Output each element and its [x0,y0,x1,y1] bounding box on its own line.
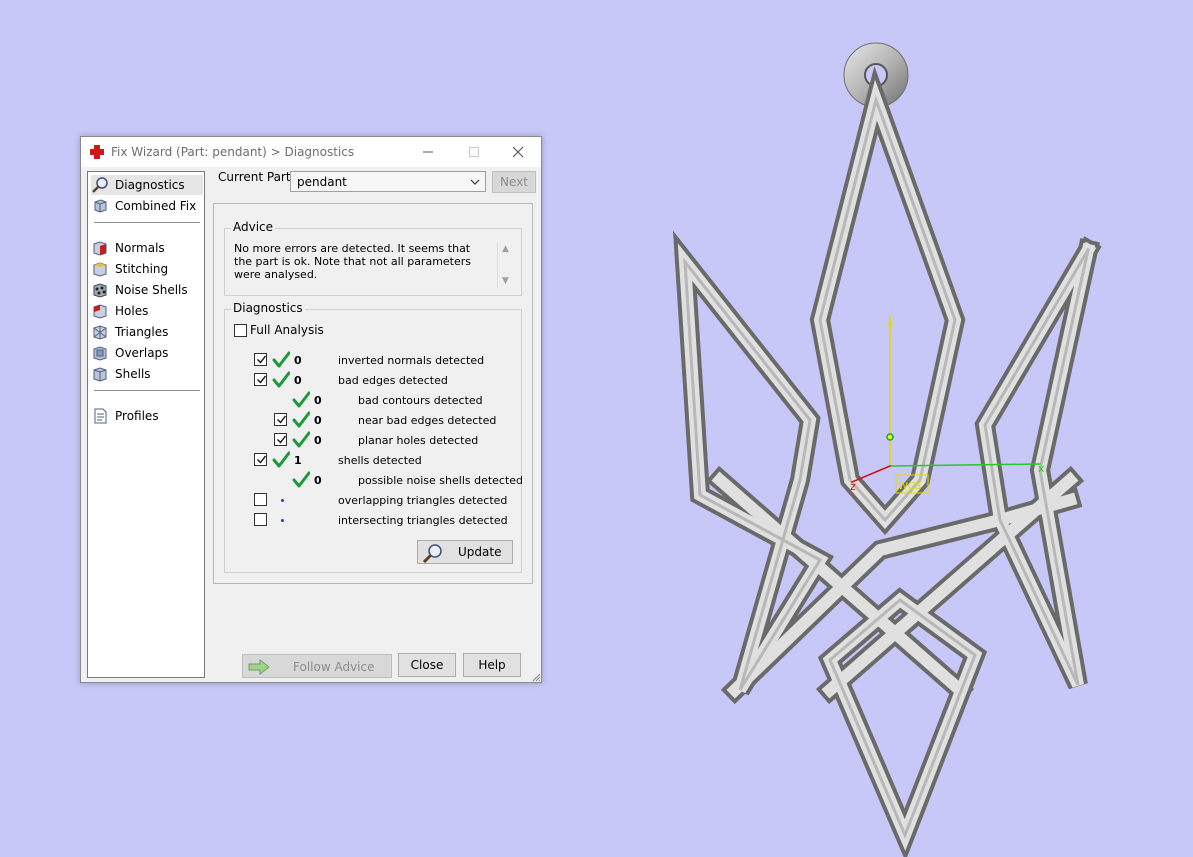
status-check-icon [272,371,291,389]
status-check-icon [272,351,291,369]
row-count: 0 [294,374,302,387]
help-button[interactable]: Help [463,653,521,677]
update-label: Update [458,545,502,559]
row-label: intersecting triangles detected [338,514,508,527]
diagnostics-heading: Diagnostics [231,301,305,315]
advice-scrollbar[interactable]: ▲ ▼ [497,242,514,288]
row-checkbox[interactable] [274,413,287,426]
row-count: 1 [294,454,302,467]
row-count: 0 [314,414,322,427]
row-checkbox[interactable] [254,453,267,466]
current-part-select[interactable]: pendant [290,171,486,192]
checkmark-icon [257,355,267,364]
row-label: possible noise shells detected [358,474,524,487]
axis-z-label: z [850,480,856,493]
help-label: Help [478,658,506,672]
current-part-value: pendant [297,175,347,189]
full-analysis-checkbox[interactable] [234,324,247,337]
axis-x-label: x [1038,462,1045,475]
status-pending-icon [281,519,284,522]
row-checkbox[interactable] [254,513,267,526]
main-panel: Current Part: pendant Next Advice No mor… [80,136,542,683]
status-check-icon [292,431,311,449]
row-label: bad contours detected [358,394,483,407]
resize-grip-icon[interactable] [531,672,541,682]
scroll-up-icon: ▲ [502,244,509,254]
checkmark-icon [257,375,267,384]
arrow-right-icon [248,659,270,675]
row-label: shells detected [338,454,422,467]
status-pending-icon [281,499,284,502]
row-count: 0 [314,474,322,487]
status-check-icon [292,411,311,429]
checkmark-icon [277,435,287,444]
row-label: inverted normals detected [338,354,485,367]
checkmark-icon [257,455,267,464]
status-check-icon [292,391,311,409]
row-count: 0 [314,394,322,407]
advice-text: No more errors are detected. It seems th… [234,242,472,281]
row-label: overlapping triangles detected [338,494,508,507]
axis-y-label: y [887,318,894,331]
row-checkbox[interactable] [274,433,287,446]
advice-textbox[interactable]: No more errors are detected. It seems th… [234,242,514,288]
row-count: 0 [314,434,322,447]
row-checkbox[interactable] [254,493,267,506]
advice-heading: Advice [231,220,276,234]
status-check-icon [272,451,291,469]
next-button[interactable]: Next [492,171,536,193]
row-label: planar holes detected [358,434,479,447]
scroll-down-icon: ▼ [502,276,509,286]
chevron-down-icon [470,179,480,185]
next-label: Next [500,175,528,189]
checkmark-icon [277,415,287,424]
close-button[interactable]: Close [398,653,456,677]
current-part-label: Current Part: [218,170,295,184]
status-check-icon [292,471,311,489]
magnifier-icon [422,544,442,563]
close-label: Close [410,658,444,672]
follow-advice-button[interactable]: Follow Advice [242,654,392,678]
row-label: bad edges detected [338,374,448,387]
row-checkbox[interactable] [254,373,267,386]
full-analysis-label: Full Analysis [250,323,324,337]
row-count: 0 [294,354,302,367]
row-checkbox[interactable] [254,353,267,366]
follow-advice-label: Follow Advice [293,660,375,674]
update-button[interactable]: Update [417,540,513,564]
row-label: near bad edges detected [358,414,497,427]
wcs-label: WCS [898,481,921,492]
